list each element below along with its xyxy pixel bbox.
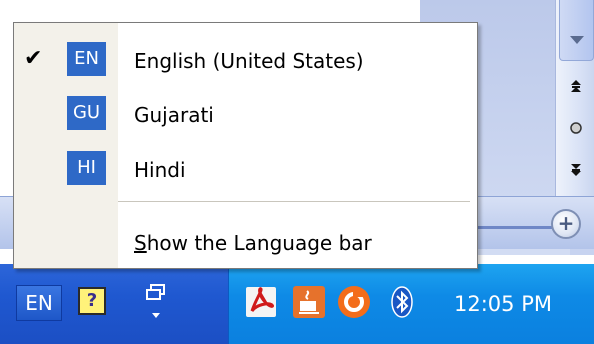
double-down-arrow-icon [571, 164, 581, 176]
menu-item-label-rest: how the Language bar [146, 231, 372, 255]
orange-swirl-icon [338, 286, 370, 318]
circle-icon [570, 122, 582, 134]
clock[interactable]: 12:05 PM [454, 289, 584, 319]
select-browse-object-icon[interactable] [560, 116, 592, 140]
language-badge: HI [67, 151, 106, 185]
language-menu: ✔ EN English (United States) GU Gujarati… [13, 22, 478, 269]
menu-item-label: Show the Language bar [134, 220, 372, 266]
chevron-down-icon [570, 36, 584, 44]
next-page-icon[interactable] [560, 158, 592, 182]
help-icon[interactable]: ? [78, 287, 106, 315]
swirl-icon[interactable] [337, 285, 371, 319]
previous-page-icon[interactable] [560, 74, 592, 98]
language-button[interactable]: EN [16, 285, 62, 321]
acrobat-symbol-icon [246, 287, 276, 317]
toolbar-divider [475, 226, 555, 229]
java-cup-icon [293, 286, 325, 318]
language-badge: EN [67, 42, 106, 76]
double-up-arrow-icon [571, 80, 581, 92]
checkmark-icon: ✔ [24, 46, 43, 71]
menu-item-english[interactable]: ✔ EN English (United States) [14, 38, 477, 84]
restore-down-icon[interactable] [143, 283, 169, 323]
restore-windows-icon [146, 284, 165, 318]
language-badge: GU [67, 96, 106, 130]
acrobat-icon[interactable] [244, 285, 278, 319]
menu-item-label: English (United States) [134, 49, 364, 73]
menu-item-label: Hindi [134, 158, 186, 182]
scroll-thumb[interactable] [559, 0, 594, 61]
show-language-bar-item[interactable]: Show the Language bar [14, 220, 477, 266]
menu-item-label: Gujarati [134, 103, 214, 127]
java-icon[interactable] [292, 285, 326, 319]
bluetooth-icon[interactable] [385, 285, 419, 319]
mnemonic-letter: S [134, 231, 147, 255]
menu-item-hindi[interactable]: HI Hindi [14, 147, 477, 193]
menu-item-gujarati[interactable]: GU Gujarati [14, 92, 477, 138]
add-icon[interactable]: + [551, 209, 581, 239]
menu-separator [118, 201, 470, 202]
bluetooth-symbol-icon [391, 286, 413, 318]
